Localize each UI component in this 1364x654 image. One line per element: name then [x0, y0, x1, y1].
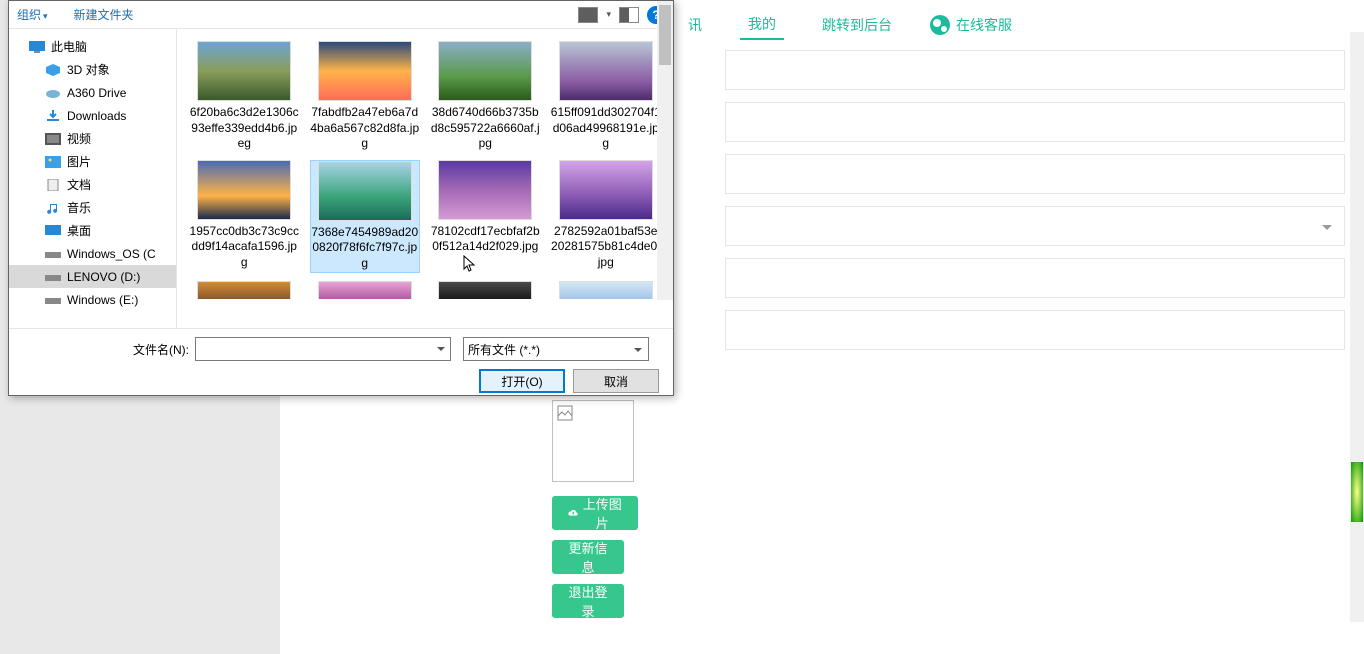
file-thumbnail	[438, 41, 532, 101]
drive-icon	[45, 294, 61, 306]
service-label: 在线客服	[956, 15, 1012, 35]
filename-input[interactable]	[195, 337, 451, 361]
image-preview	[552, 400, 634, 482]
upload-label: 上传图片	[583, 494, 622, 532]
preview-pane-toggle[interactable]	[619, 7, 639, 23]
profile-form	[725, 50, 1345, 634]
file-item[interactable]	[551, 281, 662, 299]
form-input-5[interactable]	[725, 310, 1345, 350]
form-input-3[interactable]	[725, 154, 1345, 194]
view-dropdown-icon[interactable]: ▾	[606, 9, 611, 20]
file-item[interactable]: 615ff091dd302704f1d06ad49968191e.jpg	[551, 41, 662, 152]
file-item[interactable]: 6f20ba6c3d2e1306c93effe339edd4b6.jpeg	[189, 41, 300, 152]
form-select[interactable]	[725, 206, 1345, 246]
folder-tree: 此电脑 3D 对象 A360 Drive Downloads 视频 图片 文档 …	[9, 29, 177, 328]
drive-icon	[45, 271, 61, 283]
music-icon	[45, 202, 61, 214]
form-input-4[interactable]	[725, 258, 1345, 298]
file-list: 6f20ba6c3d2e1306c93effe339edd4b6.jpeg7fa…	[177, 29, 673, 328]
tree-pictures[interactable]: 图片	[9, 150, 176, 173]
cube-icon	[45, 64, 61, 76]
scrollbar-thumb[interactable]	[659, 5, 671, 65]
tree-music[interactable]: 音乐	[9, 196, 176, 219]
cancel-button[interactable]: 取消	[573, 369, 659, 393]
file-name: 7fabdfb2a47eb6a7d4ba6a567c82d8fa.jpg	[310, 105, 420, 152]
document-icon	[45, 179, 61, 191]
desktop-icon	[45, 225, 61, 237]
file-name: 38d6740d66b3735bd8c595722a6660af.jpg	[430, 105, 540, 152]
page-scrollbar[interactable]	[1350, 32, 1364, 622]
file-thumbnail	[559, 41, 653, 101]
logout-button[interactable]: 退出登录	[552, 584, 624, 618]
cursor-icon	[463, 255, 477, 273]
file-item[interactable]: 2782592a01baf53e20281575b81c4de0.jpg	[551, 160, 662, 273]
file-item[interactable]	[310, 281, 421, 299]
tree-windows-e[interactable]: Windows (E:)	[9, 288, 176, 311]
file-thumbnail	[318, 161, 412, 221]
dialog-toolbar: 组织 新建文件夹 ▾ ?	[9, 1, 673, 29]
file-item[interactable]: 78102cdf17ecbfaf2b0f512a14d2f029.jpg	[430, 160, 541, 273]
broken-image-icon	[557, 405, 573, 421]
file-scrollbar[interactable]	[657, 1, 673, 300]
form-input-2[interactable]	[725, 102, 1345, 142]
organize-button[interactable]: 组织	[17, 6, 48, 23]
file-item[interactable]: 7fabdfb2a47eb6a7d4ba6a567c82d8fa.jpg	[310, 41, 421, 152]
tree-a360[interactable]: A360 Drive	[9, 81, 176, 104]
tree-videos[interactable]: 视频	[9, 127, 176, 150]
file-name: 78102cdf17ecbfaf2b0f512a14d2f029.jpg	[430, 224, 540, 255]
tree-lenovo-d[interactable]: LENOVO (D:)	[9, 265, 176, 288]
scroll-indicator[interactable]	[1351, 462, 1363, 522]
tree-this-pc[interactable]: 此电脑	[9, 35, 176, 58]
update-info-button[interactable]: 更新信息	[552, 540, 624, 574]
tree-downloads[interactable]: Downloads	[9, 104, 176, 127]
tree-windows-os-c[interactable]: Windows_OS (C	[9, 242, 176, 265]
file-name: 1957cc0db3c73c9ccdd9f14acafa1596.jpg	[189, 224, 299, 271]
file-thumbnail	[197, 41, 291, 101]
nav-tab-mine[interactable]: 我的	[740, 10, 784, 40]
file-thumbnail	[318, 41, 412, 101]
file-thumbnail	[438, 160, 532, 220]
filename-label: 文件名(N):	[133, 341, 189, 358]
new-folder-button[interactable]: 新建文件夹	[74, 6, 134, 23]
file-item[interactable]: 7368e7454989ad200820f78f6fc7f97c.jpg	[310, 160, 421, 273]
file-thumbnail	[318, 281, 412, 299]
wechat-icon	[930, 15, 950, 35]
tree-documents[interactable]: 文档	[9, 173, 176, 196]
pc-icon	[29, 41, 45, 53]
file-thumbnail	[438, 281, 532, 299]
cloud-upload-icon	[568, 508, 579, 518]
file-thumbnail	[559, 281, 653, 299]
file-item[interactable]	[189, 281, 300, 299]
file-item[interactable]: 38d6740d66b3735bd8c595722a6660af.jpg	[430, 41, 541, 152]
tree-3d-objects[interactable]: 3D 对象	[9, 58, 176, 81]
dialog-footer: 文件名(N): 所有文件 (*.*) 打开(O) 取消	[9, 328, 673, 396]
picture-icon	[45, 156, 61, 168]
nav-tab-backend[interactable]: 跳转到后台	[814, 11, 900, 39]
nav-tab-info[interactable]: 讯	[680, 11, 710, 39]
file-thumbnail	[197, 281, 291, 299]
file-name: 615ff091dd302704f1d06ad49968191e.jpg	[551, 105, 661, 152]
cloud-icon	[45, 87, 61, 99]
file-name: 2782592a01baf53e20281575b81c4de0.jpg	[551, 224, 661, 271]
online-service-link[interactable]: 在线客服	[930, 15, 1012, 35]
video-icon	[45, 133, 61, 145]
file-type-filter[interactable]: 所有文件 (*.*)	[463, 337, 649, 361]
form-input-1[interactable]	[725, 50, 1345, 90]
file-thumbnail	[559, 160, 653, 220]
file-thumbnail	[197, 160, 291, 220]
file-item[interactable]	[430, 281, 541, 299]
file-name: 7368e7454989ad200820f78f6fc7f97c.jpg	[311, 225, 420, 272]
file-item[interactable]: 1957cc0db3c73c9ccdd9f14acafa1596.jpg	[189, 160, 300, 273]
tree-desktop[interactable]: 桌面	[9, 219, 176, 242]
file-name: 6f20ba6c3d2e1306c93effe339edd4b6.jpeg	[189, 105, 299, 152]
file-open-dialog: 组织 新建文件夹 ▾ ? 此电脑 3D 对象 A360 Drive Downlo…	[8, 0, 674, 396]
drive-icon	[45, 248, 61, 260]
upload-image-button[interactable]: 上传图片	[552, 496, 638, 530]
view-mode-icons[interactable]	[578, 7, 598, 23]
open-button[interactable]: 打开(O)	[479, 369, 565, 393]
download-icon	[45, 110, 61, 122]
